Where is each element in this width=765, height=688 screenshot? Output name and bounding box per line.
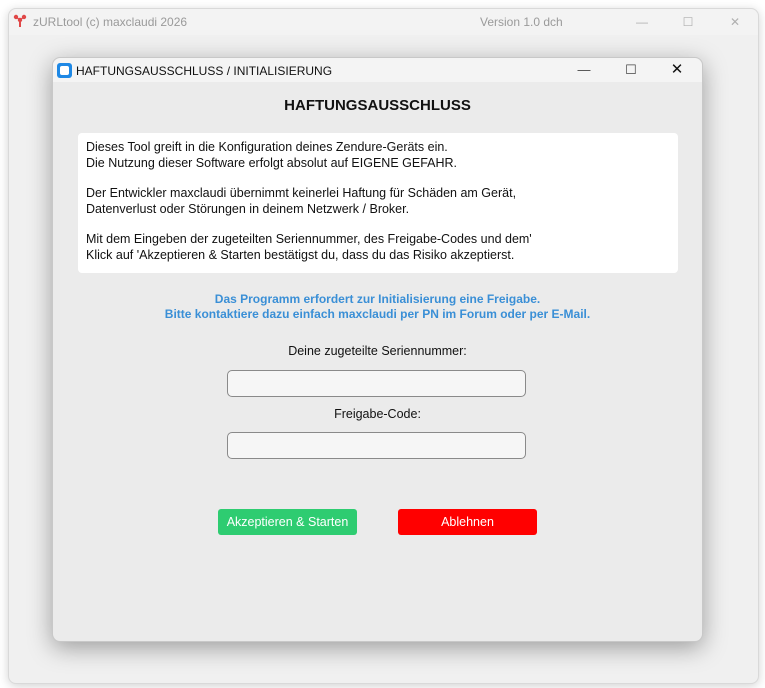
release-code-input[interactable] — [227, 432, 526, 459]
main-window-title: zURLtool (c) maxclaudi 2026 — [33, 15, 188, 29]
info-message: Das Programm erfordert zur Initialisieru… — [53, 292, 702, 322]
accept-start-button[interactable]: Akzeptieren & Starten — [218, 509, 357, 535]
disclaimer-line: Datenverlust oder Störungen in deinem Ne… — [86, 201, 410, 216]
dialog-titlebar[interactable]: HAFTUNGSAUSSCHLUSS / INITIALISIERUNG — ☐… — [53, 58, 702, 82]
dialog-maximize-button[interactable]: ☐ — [611, 59, 651, 81]
disclaimer-dialog: HAFTUNGSAUSSCHLUSS / INITIALISIERUNG — ☐… — [52, 57, 703, 642]
dialog-title: HAFTUNGSAUSSCHLUSS / INITIALISIERUNG — [76, 64, 333, 78]
dialog-close-button[interactable]: ✕ — [657, 59, 697, 81]
main-maximize-button[interactable]: ☐ — [673, 11, 703, 33]
info-line: Bitte kontaktiere dazu einfach maxclaudi… — [164, 307, 591, 321]
disclaimer-line: Die Nutzung dieser Software erfolgt abso… — [86, 155, 458, 170]
disclaimer-line: Mit dem Eingeben der zugeteilten Serienn… — [86, 232, 532, 246]
release-code-label: Freigabe-Code: — [334, 407, 421, 421]
info-line: Das Programm erfordert zur Initialisieru… — [214, 292, 541, 306]
main-titlebar[interactable]: zURLtool (c) maxclaudi 2026 Version 1.0 … — [9, 9, 758, 35]
app-logo-icon — [13, 14, 27, 27]
disclaimer-heading: HAFTUNGSAUSSCHLUSS — [284, 97, 471, 114]
main-minimize-button[interactable]: — — [627, 11, 657, 33]
disclaimer-text-box: Dieses Tool greift in die Konfiguration … — [78, 133, 678, 273]
dialog-app-icon — [57, 63, 72, 78]
reject-button[interactable]: Ablehnen — [398, 509, 537, 535]
dialog-minimize-button[interactable]: — — [564, 59, 604, 81]
main-close-button[interactable]: ✕ — [720, 11, 750, 33]
disclaimer-line: Der Entwickler maxclaudi übernimmt keine… — [86, 186, 517, 200]
version-label: Version 1.0 dch — [480, 15, 563, 29]
serial-number-input[interactable] — [227, 370, 526, 397]
disclaimer-line: Klick auf 'Akzeptieren & Starten bestäti… — [86, 247, 515, 262]
disclaimer-line: Dieses Tool greift in die Konfiguration … — [86, 140, 448, 154]
serial-number-label: Deine zugeteilte Seriennummer: — [288, 344, 467, 358]
